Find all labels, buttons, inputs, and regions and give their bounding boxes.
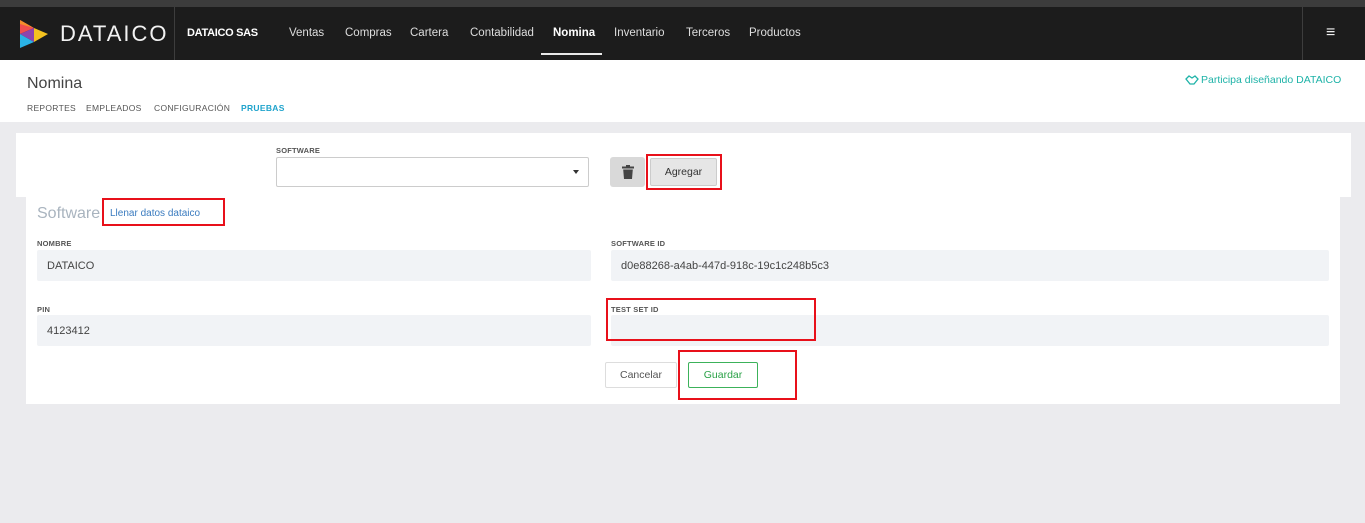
tab-pruebas[interactable]: PRUEBAS bbox=[241, 103, 285, 113]
menu-compras[interactable]: Compras bbox=[345, 27, 392, 39]
delete-software-button[interactable] bbox=[610, 157, 645, 187]
cancel-button[interactable]: Cancelar bbox=[605, 362, 677, 388]
logo-text: DATAICO bbox=[60, 21, 169, 46]
menu-cartera[interactable]: Cartera bbox=[410, 27, 448, 39]
menu-ventas[interactable]: Ventas bbox=[289, 27, 324, 39]
participa-link[interactable]: Participa diseñando DATAICO bbox=[1185, 74, 1341, 86]
software-id-field[interactable]: d0e88268-a4ab-447d-918c-19c1c248b5c3 bbox=[611, 250, 1329, 281]
software-form-panel bbox=[26, 197, 1340, 404]
nombre-field[interactable]: DATAICO bbox=[37, 250, 591, 281]
tab-reportes[interactable]: REPORTES bbox=[27, 103, 76, 113]
logo-icon bbox=[20, 20, 48, 48]
browser-top-strip bbox=[0, 0, 1365, 7]
menu-contabilidad[interactable]: Contabilidad bbox=[470, 27, 534, 39]
fill-dataico-data-link[interactable]: Llenar datos dataico bbox=[110, 208, 200, 219]
add-software-button[interactable]: Agregar bbox=[650, 158, 717, 186]
nav-divider bbox=[174, 7, 175, 60]
software-select-label: SOFTWARE bbox=[276, 146, 321, 155]
menu-productos[interactable]: Productos bbox=[749, 27, 801, 39]
company-name[interactable]: DATAICO SAS bbox=[187, 27, 258, 39]
section-title: Software bbox=[37, 205, 101, 222]
handshake-icon bbox=[1185, 75, 1199, 85]
save-button[interactable]: Guardar bbox=[688, 362, 758, 388]
tab-configuracion[interactable]: CONFIGURACIÓN bbox=[154, 103, 230, 113]
active-menu-underline bbox=[541, 53, 602, 55]
pin-field[interactable]: 4123412 bbox=[37, 315, 591, 346]
caret-down-icon bbox=[573, 170, 579, 174]
software-id-label: SOFTWARE ID bbox=[611, 239, 666, 248]
menu-nomina[interactable]: Nomina bbox=[553, 27, 595, 39]
pin-label: PIN bbox=[37, 305, 51, 314]
logo[interactable]: DATAICO bbox=[18, 18, 169, 50]
page-title: Nomina bbox=[27, 75, 83, 92]
nav-divider bbox=[1302, 7, 1303, 60]
menu-inventario[interactable]: Inventario bbox=[614, 27, 665, 39]
test-set-id-field[interactable] bbox=[611, 315, 1329, 346]
page-header: Nomina REPORTES EMPLEADOS CONFIGURACIÓN … bbox=[0, 60, 1365, 122]
software-select[interactable] bbox=[276, 157, 589, 187]
hamburger-menu-icon[interactable]: ≡ bbox=[1326, 24, 1335, 42]
trash-icon bbox=[621, 165, 634, 179]
nombre-label: NOMBRE bbox=[37, 239, 72, 248]
test-set-id-label: TEST SET ID bbox=[611, 305, 659, 314]
menu-terceros[interactable]: Terceros bbox=[686, 27, 730, 39]
tab-empleados[interactable]: EMPLEADOS bbox=[86, 103, 142, 113]
participa-link-label: Participa diseñando DATAICO bbox=[1201, 74, 1342, 86]
top-navbar: DATAICO DATAICO SAS Ventas Compras Carte… bbox=[0, 7, 1365, 60]
